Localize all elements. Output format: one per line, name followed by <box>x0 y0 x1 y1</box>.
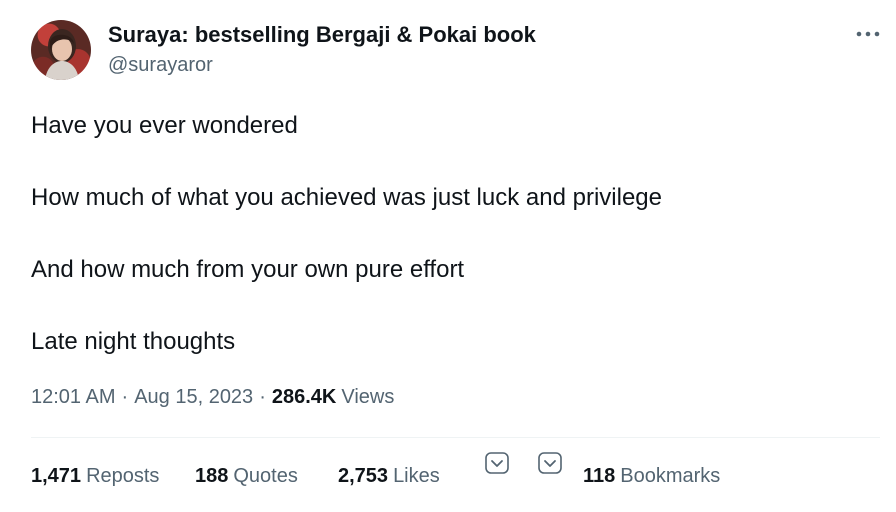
bookmarks-link[interactable]: 118 Bookmarks <box>583 465 720 488</box>
avatar-portrait <box>45 29 79 80</box>
quotes-count: 188 <box>195 465 229 487</box>
chevron-down-button[interactable] <box>484 450 510 476</box>
tweet-text-line: Late night thoughts <box>31 328 236 355</box>
tweet-text-line: And how much from your own pure effort <box>31 256 465 283</box>
meta-separator: · <box>121 386 129 408</box>
tweet-text-line: Have you ever wondered <box>31 112 298 139</box>
views-label: Views <box>341 386 395 408</box>
author-name[interactable]: Suraya: bestselling Bergaji & Pokai book <box>108 22 536 48</box>
quotes-label: Quotes <box>233 465 298 487</box>
views-count: 286.4K <box>271 386 337 408</box>
chevron-down-icon <box>538 452 562 474</box>
likes-count: 2,753 <box>338 465 389 487</box>
divider <box>31 437 880 438</box>
tweet-text-line: How much of what you achieved was just l… <box>31 184 662 211</box>
reposts-label: Reposts <box>86 465 160 487</box>
likes-link[interactable]: 2,753 Likes <box>338 465 440 488</box>
tweet-time[interactable]: 12:01 AM <box>31 386 116 409</box>
author-handle[interactable]: @surayaror <box>108 54 213 77</box>
meta-separator: · <box>259 386 266 408</box>
more-horizontal-icon <box>856 31 880 37</box>
chevron-down-icon <box>485 452 509 474</box>
quotes-link[interactable]: 188 Quotes <box>195 465 298 488</box>
likes-label: Likes <box>393 465 440 487</box>
more-options-button[interactable] <box>850 20 886 48</box>
tweet-card: Suraya: bestselling Bergaji & Pokai book… <box>0 0 896 512</box>
tweet-meta: 12:01 AM · Aug 15, 2023 · 286.4K Views <box>31 386 394 409</box>
tweet-date[interactable]: Aug 15, 2023 <box>134 386 253 409</box>
chevron-down-button[interactable] <box>537 450 563 476</box>
bookmarks-label: Bookmarks <box>620 465 721 487</box>
bookmarks-count: 118 <box>583 465 616 487</box>
reposts-link[interactable]: 1,471 Reposts <box>31 465 159 488</box>
avatar[interactable] <box>31 20 91 80</box>
reposts-count: 1,471 <box>31 465 82 487</box>
